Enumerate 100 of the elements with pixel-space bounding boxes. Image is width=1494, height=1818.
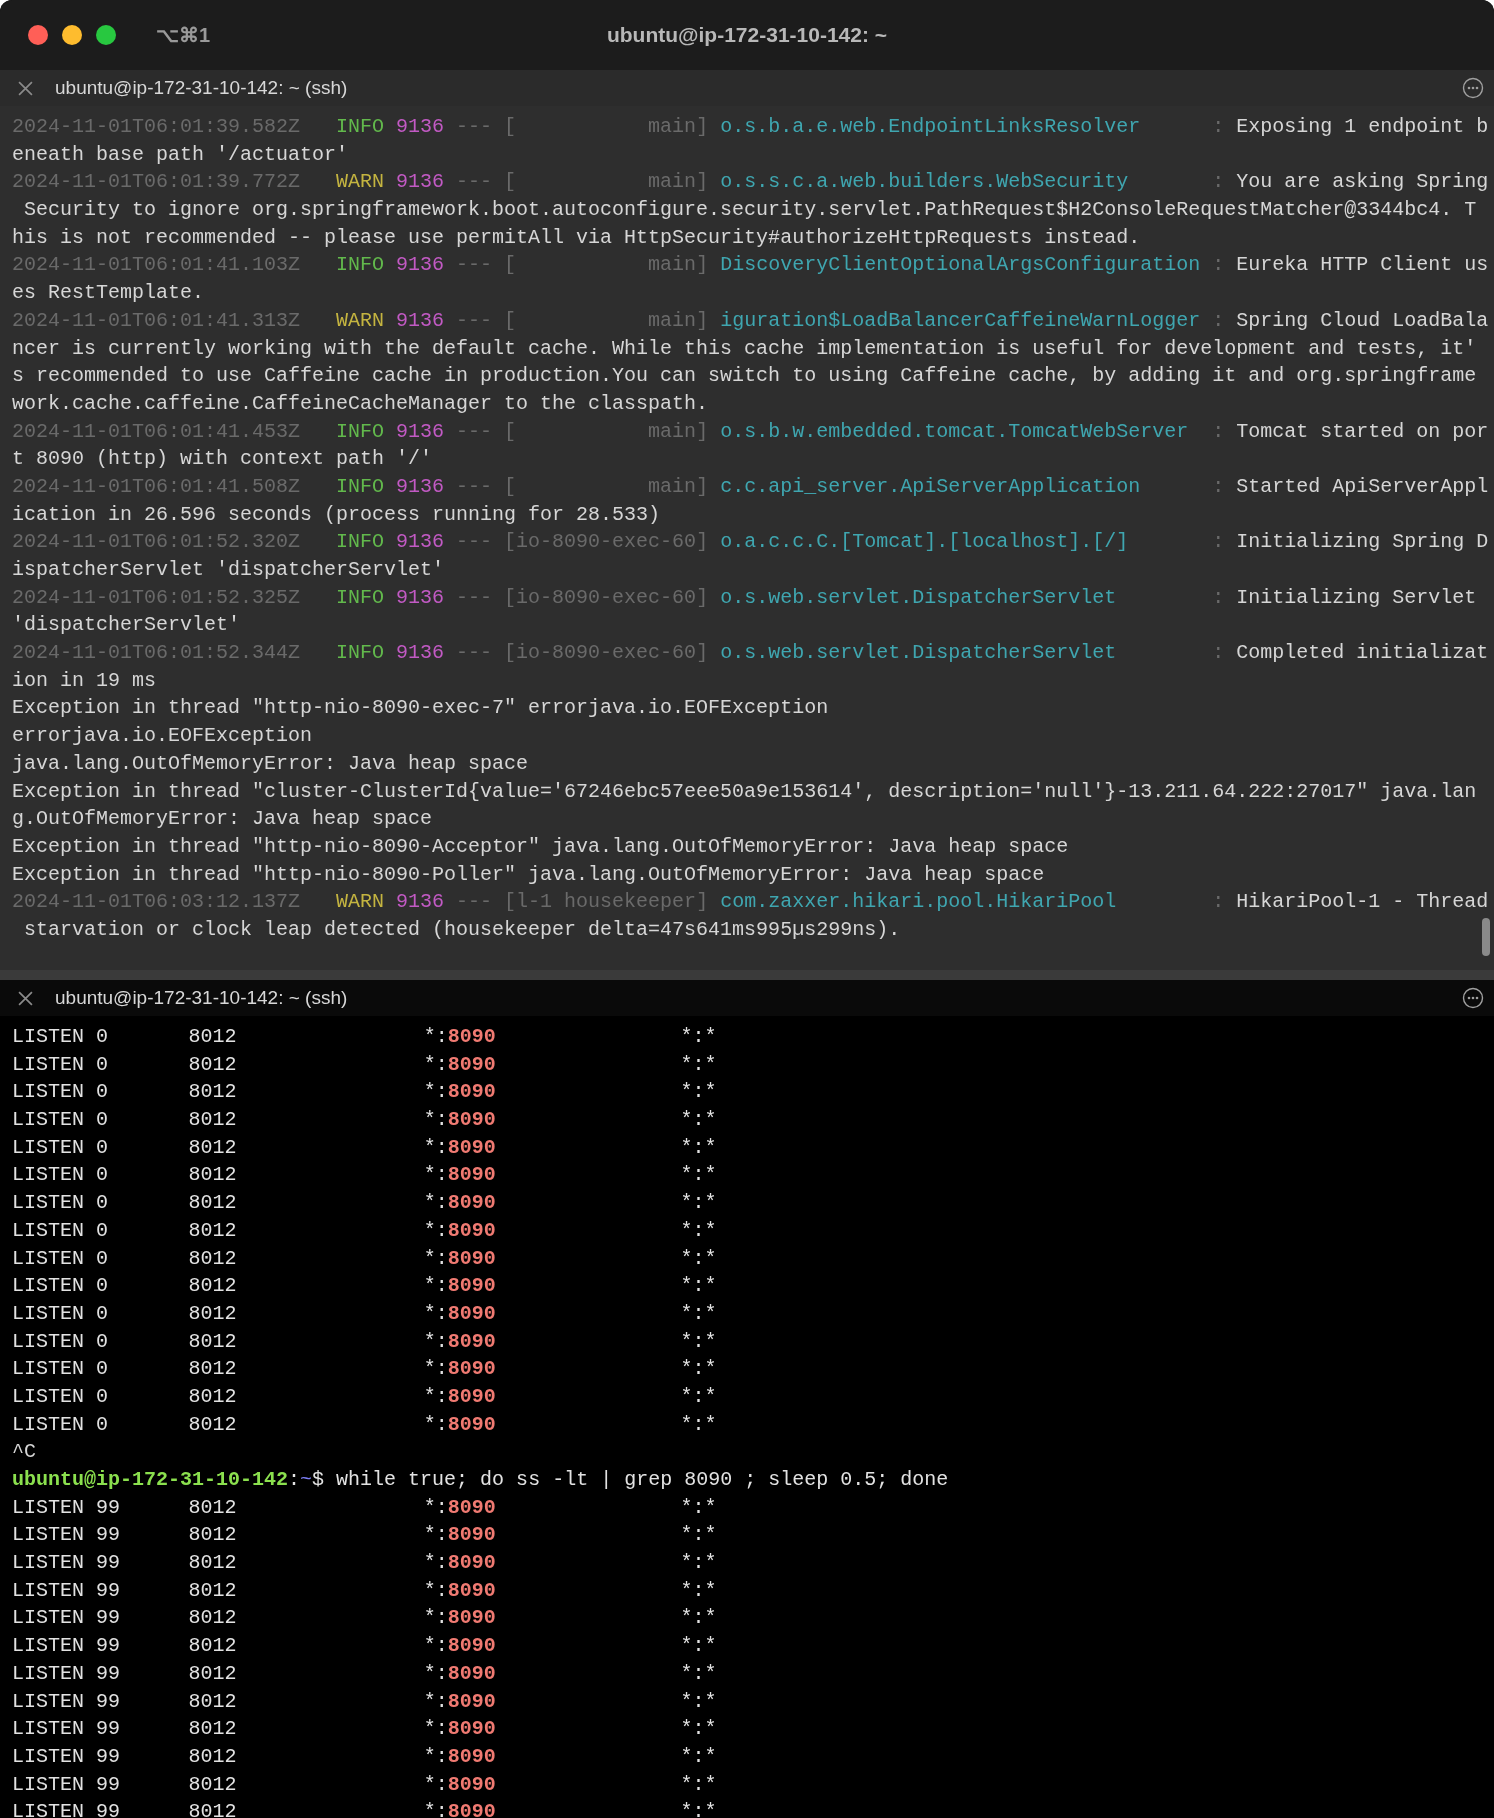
send-queue: 8012 <box>188 1245 237 1272</box>
address-wildcard: *: <box>423 1328 448 1355</box>
recv-queue: 99 <box>96 1522 121 1549</box>
process-id: 9136 <box>396 584 445 611</box>
log-message: Tomcat started on por <box>1236 418 1489 445</box>
send-queue: 8012 <box>188 1688 237 1715</box>
send-queue: 8012 <box>188 1162 237 1189</box>
send-queue: 8012 <box>188 1107 237 1134</box>
log-level: INFO <box>336 418 385 445</box>
socket-state: LISTEN <box>12 1328 84 1355</box>
port-number: 8090 <box>447 1383 496 1410</box>
recv-queue: 99 <box>96 1688 121 1715</box>
separator: --- <box>456 640 493 667</box>
output-line: es RestTemplate. <box>12 280 205 307</box>
more-icon[interactable] <box>1462 987 1484 1009</box>
peer-address: *:* <box>680 1107 717 1134</box>
recv-queue: 99 <box>96 1660 121 1687</box>
address-wildcard: *: <box>423 1107 448 1134</box>
peer-address: *:* <box>680 1771 717 1798</box>
socket-state: LISTEN <box>12 1024 84 1050</box>
process-id: 9136 <box>396 640 445 667</box>
output-line: Exception in thread "cluster-ClusterId{value='67246ebc57eee50a9e153614', description='null'}-13.211.64.222:27017" java.lan <box>12 778 1477 805</box>
address-wildcard: *: <box>423 1577 448 1604</box>
port-number: 8090 <box>447 1217 496 1244</box>
recv-queue: 0 <box>96 1383 109 1410</box>
timestamp: 2024-11-01T06:03:12.137Z <box>12 889 301 916</box>
peer-address: *:* <box>680 1273 717 1300</box>
output-line: java.lang.OutOfMemoryError: Java heap space <box>12 750 529 777</box>
send-queue: 8012 <box>188 1079 237 1106</box>
address-wildcard: *: <box>423 1716 448 1743</box>
address-wildcard: *: <box>423 1660 448 1687</box>
recv-queue: 99 <box>96 1771 121 1798</box>
peer-address: *:* <box>680 1494 717 1521</box>
close-button[interactable] <box>28 25 48 45</box>
scrollbar[interactable] <box>1482 918 1490 956</box>
port-number: 8090 <box>447 1079 496 1106</box>
address-wildcard: *: <box>423 1383 448 1410</box>
output-line: t 8090 (http) with context path '/' <box>12 446 433 473</box>
send-queue: 8012 <box>188 1716 237 1743</box>
close-icon[interactable] <box>18 990 33 1006</box>
recv-queue: 99 <box>96 1494 121 1521</box>
peer-address: *:* <box>680 1051 717 1078</box>
peer-address: *:* <box>680 1799 717 1818</box>
address-wildcard: *: <box>423 1522 448 1549</box>
window-title: ubuntu@ip-172-31-10-142: ~ <box>606 23 888 47</box>
socket-state: LISTEN <box>12 1688 84 1715</box>
socket-state: LISTEN <box>12 1522 84 1549</box>
output-line: g.OutOfMemoryError: Java heap space <box>12 806 433 833</box>
separator: --- <box>456 169 493 196</box>
minimize-button[interactable] <box>62 25 82 45</box>
output-line: ion in 19 ms <box>12 667 157 694</box>
output-line: ^C <box>12 1439 36 1466</box>
log-message: Started ApiServerAppl <box>1236 473 1489 500</box>
output-line: Exception in thread "http-nio-8090-Acceptor" java.lang.OutOfMemoryError: Java heap space <box>12 833 1069 860</box>
send-queue: 8012 <box>188 1633 237 1660</box>
port-number: 8090 <box>447 1024 496 1050</box>
pane-title[interactable]: ubuntu@ip-172-31-10-142: ~ (ssh) <box>55 77 348 99</box>
separator: --- <box>456 889 493 916</box>
address-wildcard: *: <box>423 1605 448 1632</box>
log-level: WARN <box>336 889 385 916</box>
logger-name: o.s.b.a.e.web.EndpointLinksResolver <box>720 114 1142 140</box>
logger-name: com.zaxxer.hikari.pool.HikariPool <box>720 889 1118 916</box>
log-level: INFO <box>336 114 385 140</box>
socket-state: LISTEN <box>12 1217 84 1244</box>
output-line: Exception in thread "http-nio-8090-Poller" java.lang.OutOfMemoryError: Java heap space <box>12 861 1045 888</box>
recv-queue: 99 <box>96 1577 121 1604</box>
socket-state: LISTEN <box>12 1411 84 1438</box>
separator: : <box>1212 418 1225 445</box>
separator: --- <box>456 114 493 140</box>
output-line: ication in 26.596 seconds (process running for 28.533) <box>12 501 661 528</box>
thread-name: [l-1 housekeeper] <box>504 889 709 916</box>
recv-queue: 0 <box>96 1356 109 1383</box>
timestamp: 2024-11-01T06:01:52.325Z <box>12 584 301 611</box>
socket-state: LISTEN <box>12 1550 84 1577</box>
send-queue: 8012 <box>188 1024 237 1050</box>
peer-address: *:* <box>680 1660 717 1687</box>
recv-queue: 0 <box>96 1300 109 1327</box>
peer-address: *:* <box>680 1134 717 1161</box>
pane-title[interactable]: ubuntu@ip-172-31-10-142: ~ (ssh) <box>55 987 348 1009</box>
send-queue: 8012 <box>188 1190 237 1217</box>
port-number: 8090 <box>447 1328 496 1355</box>
recv-queue: 99 <box>96 1716 121 1743</box>
peer-address: *:* <box>680 1716 717 1743</box>
close-icon[interactable] <box>18 80 33 96</box>
zoom-button[interactable] <box>96 25 116 45</box>
port-number: 8090 <box>447 1605 496 1632</box>
address-wildcard: *: <box>423 1743 448 1770</box>
recv-queue: 99 <box>96 1743 121 1770</box>
port-number: 8090 <box>447 1107 496 1134</box>
log-message: Initializing Spring D <box>1236 529 1489 556</box>
output-line: ncer is currently working with the default cache. While this cache implementation is useful for development and tests, it' <box>12 335 1477 362</box>
more-icon[interactable] <box>1462 77 1484 99</box>
peer-address: *:* <box>680 1356 717 1383</box>
peer-address: *:* <box>680 1300 717 1327</box>
process-id: 9136 <box>396 418 445 445</box>
port-number: 8090 <box>447 1743 496 1770</box>
address-wildcard: *: <box>423 1273 448 1300</box>
process-id: 9136 <box>396 114 445 140</box>
output-line: 'dispatcherServlet' <box>12 612 241 639</box>
send-queue: 8012 <box>188 1605 237 1632</box>
